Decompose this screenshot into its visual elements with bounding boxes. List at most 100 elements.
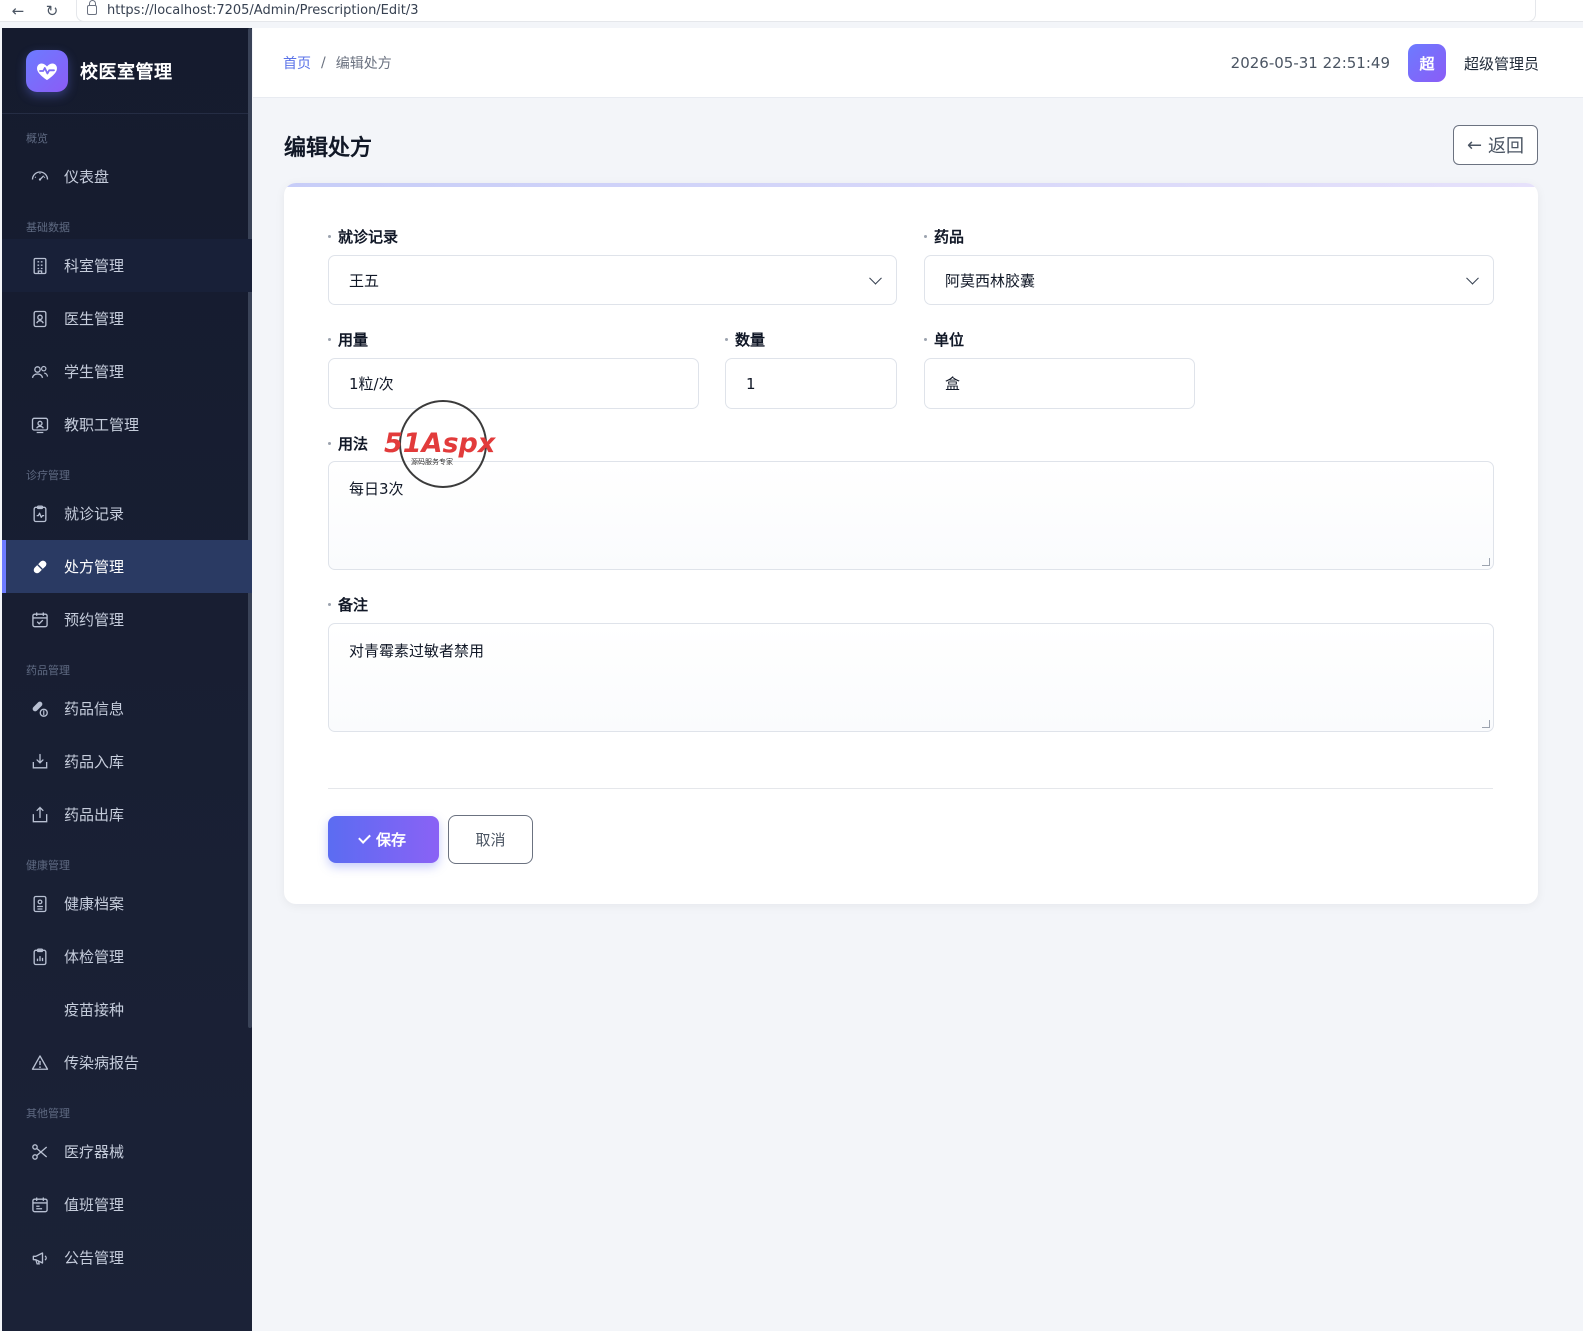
browser-toolbar: ← ↻ https://localhost:7205/Admin/Prescri… — [0, 0, 1583, 22]
sidebar-nav: 概览 仪表盘 基础数据 科室管理 医生管理 学生管理 教职工管理 诊疗管理 就诊记录 处方管理 预约… — [2, 114, 252, 1284]
remark-value: 对青霉素过敏者禁用 — [349, 642, 485, 660]
sidebar-item[interactable]: 就诊记录 — [2, 487, 252, 540]
remark-textarea[interactable]: 对青霉素过敏者禁用 — [328, 623, 1494, 732]
sidebar-section-title: 药品管理 — [26, 664, 70, 677]
dosage-label: 用量 — [328, 329, 368, 350]
users-icon — [30, 362, 50, 382]
clipboard-pulse-icon — [30, 504, 50, 524]
arrow-left-icon: ← — [1466, 134, 1483, 156]
drug-select[interactable]: 阿莫西林胶囊 — [924, 255, 1494, 305]
sidebar-item-label: 科室管理 — [64, 257, 125, 275]
reload-icon[interactable]: ↻ — [42, 2, 62, 20]
sidebar-item[interactable]: 仪表盘 — [2, 150, 252, 203]
address-bar[interactable]: https://localhost:7205/Admin/Prescriptio… — [76, 0, 1536, 22]
remark-label: 备注 — [328, 594, 368, 615]
megaphone-icon — [30, 1248, 50, 1268]
quantity-label: 数量 — [725, 329, 765, 350]
sidebar-item[interactable]: 药品入库 — [2, 735, 252, 788]
sidebar-item-label: 教职工管理 — [64, 416, 140, 434]
lock-icon — [87, 0, 97, 15]
sidebar-item-label: 体检管理 — [64, 948, 125, 966]
clipboard-chart-icon — [30, 947, 50, 967]
sidebar-section-title: 健康管理 — [26, 859, 70, 872]
sidebar-item[interactable]: 学生管理 — [2, 345, 252, 398]
current-datetime: 2026-05-31 22:51:49 — [1230, 54, 1390, 72]
sidebar-item[interactable]: 健康档案 — [2, 877, 252, 930]
check-icon — [358, 831, 371, 844]
box-in-icon — [30, 752, 50, 772]
sidebar-item[interactable]: 疫苗接种 — [2, 983, 252, 1036]
sidebar-item-label: 医生管理 — [64, 310, 125, 328]
back-arrow-icon[interactable]: ← — [8, 2, 28, 20]
prescription-form-card: 就诊记录 王五 药品 阿莫西林胶囊 用量 1粒/次 数量 1 单位 盒 用法 每… — [284, 183, 1538, 904]
sidebar-item[interactable]: 传染病报告 — [2, 1036, 252, 1089]
sidebar-item-label: 公告管理 — [64, 1249, 125, 1267]
sidebar-item[interactable]: 体检管理 — [2, 930, 252, 983]
unit-label: 单位 — [924, 329, 964, 350]
sidebar-item[interactable]: 药品出库 — [2, 788, 252, 841]
gauge-icon — [30, 167, 50, 187]
avatar[interactable]: 超 — [1407, 44, 1446, 82]
visit-label: 就诊记录 — [328, 226, 398, 247]
sidebar-item[interactable]: 医生管理 — [2, 292, 252, 345]
dosage-value: 1粒/次 — [349, 375, 394, 393]
sidebar-section-title: 诊疗管理 — [26, 469, 70, 482]
sidebar-section-title: 概览 — [26, 132, 48, 145]
sidebar-item-label: 药品信息 — [64, 700, 125, 718]
sidebar-item-label: 就诊记录 — [64, 505, 125, 523]
sidebar-item-label: 仪表盘 — [64, 168, 110, 186]
sidebar-item[interactable]: 公告管理 — [2, 1231, 252, 1284]
visit-record-select[interactable]: 王五 — [328, 255, 897, 305]
sidebar-item[interactable]: 医疗器械 — [2, 1125, 252, 1178]
brand[interactable]: 校医室管理 — [2, 28, 252, 114]
pills-icon — [30, 699, 50, 719]
file-person-icon — [30, 894, 50, 914]
username[interactable]: 超级管理员 — [1464, 53, 1539, 74]
sidebar-item-label: 药品出库 — [64, 806, 125, 824]
breadcrumb-current: 编辑处方 — [335, 55, 392, 72]
chevron-down-icon — [1466, 271, 1479, 285]
sidebar-item-label: 疫苗接种 — [64, 1001, 125, 1019]
breadcrumb-separator: / — [321, 54, 326, 71]
sidebar-item[interactable]: 预约管理 — [2, 593, 252, 646]
sidebar-item-label: 药品入库 — [64, 753, 125, 771]
watermark-brand: 51Aspx — [384, 428, 497, 459]
sidebar-item[interactable]: 值班管理 — [2, 1178, 252, 1231]
breadcrumb: 首页 / 编辑处方 — [283, 53, 392, 73]
sidebar-item-label: 预约管理 — [64, 611, 125, 629]
cancel-button[interactable]: 取消 — [448, 815, 533, 864]
calendar-icon — [30, 1195, 50, 1215]
building-icon — [30, 256, 50, 276]
resize-handle-icon[interactable] — [1482, 558, 1490, 566]
sidebar-item-label: 医疗器械 — [64, 1143, 125, 1161]
badge-icon — [30, 309, 50, 329]
sidebar-item-label: 传染病报告 — [64, 1054, 140, 1072]
sidebar-item[interactable]: 科室管理 — [2, 239, 252, 292]
visit-record-value: 王五 — [349, 271, 380, 290]
person-card-icon — [30, 415, 50, 435]
sidebar-item[interactable]: 教职工管理 — [2, 398, 252, 451]
sidebar-item[interactable]: 处方管理 — [2, 540, 252, 593]
save-button[interactable]: 保存 — [328, 816, 439, 863]
quantity-input[interactable]: 1 — [725, 358, 897, 409]
box-out-icon — [30, 805, 50, 825]
back-button[interactable]: ← 返回 — [1453, 125, 1538, 165]
capsule-icon — [30, 557, 50, 577]
breadcrumb-home-link[interactable]: 首页 — [283, 53, 311, 73]
unit-input[interactable]: 盒 — [924, 358, 1195, 409]
drug-label: 药品 — [924, 226, 964, 247]
sidebar-section-title: 其他管理 — [26, 1107, 70, 1120]
usage-label: 用法 — [328, 433, 368, 454]
watermark-sub: 源码服务专家 — [411, 457, 453, 466]
top-header: 首页 / 编辑处方 2026-05-31 22:51:49 超 超级管理员 — [253, 28, 1583, 98]
brand-title: 校医室管理 — [80, 61, 173, 83]
resize-handle-icon[interactable] — [1482, 720, 1490, 728]
watermark-logo: 51Aspx 源码服务专家 — [384, 400, 497, 488]
sidebar: 校医室管理 概览 仪表盘 基础数据 科室管理 医生管理 学生管理 教职工管理 诊疗管理 就诊记录… — [2, 28, 252, 1331]
address-text: https://localhost:7205/Admin/Prescriptio… — [107, 2, 419, 18]
sidebar-item-label: 值班管理 — [64, 1196, 125, 1214]
save-button-label: 保存 — [375, 831, 406, 849]
cancel-button-label: 取消 — [475, 831, 506, 849]
sidebar-item[interactable]: 药品信息 — [2, 682, 252, 735]
back-button-label: 返回 — [1488, 136, 1525, 157]
